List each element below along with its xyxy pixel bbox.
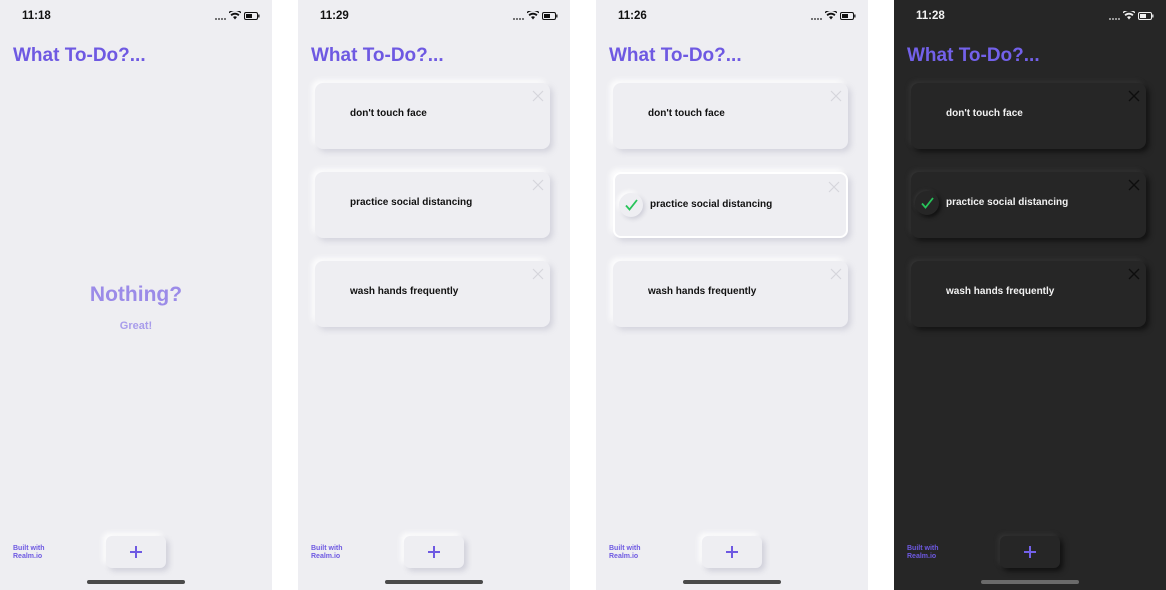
todo-item-label: practice social distancing <box>946 197 1069 208</box>
plus-icon <box>1024 546 1036 558</box>
app-title: What To-Do?... <box>907 45 1040 66</box>
wifi-icon <box>825 11 837 20</box>
close-icon[interactable] <box>1128 179 1140 191</box>
built-with-link[interactable]: Built with Realm.io <box>311 545 343 561</box>
wifi-icon <box>1123 11 1135 20</box>
phone-screen-dark: 11:28 What To-Do?... don't touch face pr… <box>894 0 1166 590</box>
todo-item[interactable]: wash hands frequently <box>315 261 550 327</box>
realm-label: Realm.io <box>609 553 639 560</box>
realm-label: Realm.io <box>13 553 43 560</box>
battery-icon <box>244 11 260 20</box>
todo-item-label: wash hands frequently <box>946 286 1055 297</box>
todo-item[interactable]: don't touch face <box>613 83 848 149</box>
todo-item-label: practice social distancing <box>650 199 773 210</box>
app-title: What To-Do?... <box>13 45 146 66</box>
phone-screen-list-checked: 11:26 What To-Do?... don't touch face pr… <box>596 0 868 590</box>
close-icon[interactable] <box>830 268 842 280</box>
signal-icon <box>513 12 524 20</box>
empty-state-subtitle: Great! <box>119 320 153 332</box>
add-item-button[interactable] <box>106 536 166 568</box>
todo-item-done[interactable]: practice social distancing <box>613 172 848 238</box>
built-with-label: Built with <box>609 545 641 552</box>
phone-screen-list: 11:29 What To-Do?... don't touch face pr… <box>298 0 570 590</box>
todo-item-label: wash hands frequently <box>648 286 757 297</box>
check-toggle[interactable] <box>915 191 939 215</box>
close-icon[interactable] <box>1128 90 1140 102</box>
home-indicator <box>981 580 1079 584</box>
add-item-button[interactable] <box>404 536 464 568</box>
todo-item[interactable]: wash hands frequently <box>613 261 848 327</box>
todo-item-label: don't touch face <box>648 108 725 119</box>
close-icon[interactable] <box>532 179 544 191</box>
todo-item[interactable]: don't touch face <box>315 83 550 149</box>
plus-icon <box>428 546 440 558</box>
checkmark-icon <box>624 199 638 211</box>
phone-screen-empty: 11:18 What To-Do?... Nothing? Great! Bui… <box>0 0 272 590</box>
wifi-icon <box>527 11 539 20</box>
built-with-label: Built with <box>13 545 45 552</box>
close-icon[interactable] <box>532 268 544 280</box>
todo-item-label: wash hands frequently <box>350 286 459 297</box>
signal-icon <box>215 12 226 20</box>
app-title: What To-Do?... <box>609 45 742 66</box>
signal-icon <box>811 12 822 20</box>
checkmark-icon <box>920 197 934 209</box>
status-time: 11:28 <box>916 10 945 22</box>
todo-item[interactable]: practice social distancing <box>315 172 550 238</box>
plus-icon <box>726 546 738 558</box>
todo-item-label: don't touch face <box>350 108 427 119</box>
add-item-button[interactable] <box>1000 536 1060 568</box>
home-indicator <box>87 580 185 584</box>
built-with-link[interactable]: Built with Realm.io <box>13 545 45 561</box>
app-title: What To-Do?... <box>311 45 444 66</box>
built-with-link[interactable]: Built with Realm.io <box>907 545 939 561</box>
built-with-label: Built with <box>311 545 343 552</box>
home-indicator <box>683 580 781 584</box>
battery-icon <box>1138 11 1154 20</box>
built-with-label: Built with <box>907 545 939 552</box>
plus-icon <box>130 546 142 558</box>
built-with-link[interactable]: Built with Realm.io <box>609 545 641 561</box>
todo-item-done[interactable]: practice social distancing <box>911 172 1146 238</box>
todo-item-label: practice social distancing <box>350 197 473 208</box>
close-icon[interactable] <box>828 181 840 193</box>
status-time: 11:29 <box>320 10 349 22</box>
empty-state-title: Nothing? <box>89 283 183 306</box>
todo-item[interactable]: don't touch face <box>911 83 1146 149</box>
close-icon[interactable] <box>532 90 544 102</box>
check-toggle[interactable] <box>619 193 643 217</box>
todo-item[interactable]: wash hands frequently <box>911 261 1146 327</box>
home-indicator <box>385 580 483 584</box>
status-time: 11:18 <box>22 10 51 22</box>
status-bar: 11:28 <box>894 0 1166 32</box>
add-item-button[interactable] <box>702 536 762 568</box>
wifi-icon <box>229 11 241 20</box>
realm-label: Realm.io <box>907 553 937 560</box>
status-time: 11:26 <box>618 10 647 22</box>
status-bar: 11:26 <box>596 0 868 32</box>
todo-item-label: don't touch face <box>946 108 1023 119</box>
signal-icon <box>1109 12 1120 20</box>
realm-label: Realm.io <box>311 553 341 560</box>
close-icon[interactable] <box>1128 268 1140 280</box>
battery-icon <box>542 11 558 20</box>
battery-icon <box>840 11 856 20</box>
status-bar: 11:18 <box>0 0 272 32</box>
status-bar: 11:29 <box>298 0 570 32</box>
close-icon[interactable] <box>830 90 842 102</box>
